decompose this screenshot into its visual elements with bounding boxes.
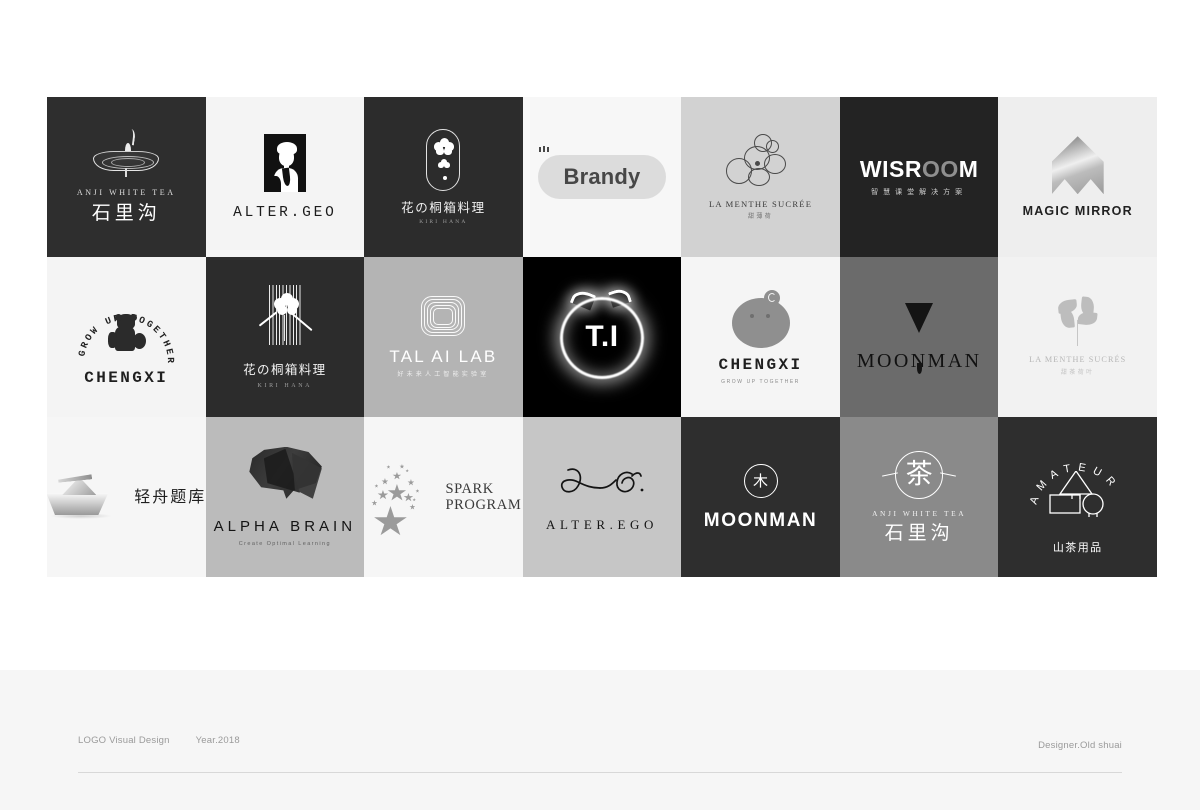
robot-eyes-icon	[540, 165, 550, 168]
logo-chinese-name: 山茶用品	[1052, 541, 1103, 554]
wordmark-line-2: PROGRAM	[445, 497, 522, 513]
logo-chinese-name: 花の桐箱料理	[401, 200, 486, 215]
logo-subtitle: KIRI HANA	[419, 218, 468, 225]
wordmark-part-1: WISR	[859, 156, 922, 182]
script-monogram-icon	[560, 467, 644, 493]
gradient-crown-icon	[1051, 136, 1104, 195]
logo-cell-hana-kiri-dark[interactable]: 花の桐箱料理 KIRI HANA	[364, 97, 523, 257]
star-burst-icon	[365, 460, 435, 536]
logo-chinese-name: 智慧课堂解决方案	[871, 188, 968, 196]
logo-wordmark: ALTER.GEO	[233, 204, 337, 221]
logo-cell-chengxi-solid[interactable]: CHENGXI GROW UP TOGETHER	[681, 257, 840, 417]
footer-designer-label: Designer.Old shuai	[1038, 740, 1122, 751]
brandy-pill: Brandy	[537, 145, 666, 199]
logo-subtitle: Create Optimal Learning	[238, 540, 331, 547]
logo-chinese-name: 好未来人工智能实验室	[397, 371, 490, 378]
logo-grid: ANJI WHITE TEA 石里沟 ALTER.GEO 花の桐箱料理 KIRI…	[47, 97, 1157, 577]
inverted-triangle-icon	[905, 303, 934, 374]
logo-wordmark: MOONMAN	[703, 510, 818, 531]
geometric-shapes-icon	[1048, 469, 1110, 517]
circle-badge-icon: 木	[743, 464, 778, 498]
logo-cell-wisroom[interactable]: WISROOM 智慧课堂解决方案	[839, 97, 999, 257]
polygon-brain-icon	[248, 446, 322, 509]
logo-wordmark: ANJI WHITE TEA	[872, 508, 967, 518]
logo-cell-kiri-hana-bars[interactable]: 花の桐箱料理 KIRI HANA	[205, 257, 365, 417]
line-rabbit-icon	[724, 133, 798, 190]
logo-cell-t-i[interactable]: T.I	[522, 257, 682, 417]
logo-wordmark: LA MENTHE SUCRÉE	[708, 198, 813, 209]
glowing-cat-ring-icon: T.I	[554, 286, 650, 385]
logo-wordmark: ALTER.EGO	[545, 516, 659, 532]
logo-chinese-name: 石里沟	[884, 522, 954, 545]
bear-circle-icon	[730, 289, 792, 348]
logo-wordmark: CHENGXI	[718, 355, 803, 374]
logo-cell-alpha-brain[interactable]: ALPHA BRAIN Create Optimal Learning	[205, 417, 365, 577]
logo-cell-moonman-triangle[interactable]: MOONMAN	[839, 257, 999, 417]
logo-chinese-name: 轻舟题库	[134, 487, 206, 506]
logo-cell-anji-white-tea-dark[interactable]: ANJI WHITE TEA 石里沟	[47, 97, 206, 257]
mint-leaf-icon	[1056, 296, 1100, 346]
logo-cell-anji-white-tea-gray[interactable]: 茶 ANJI WHITE TEA 石里沟	[839, 417, 999, 577]
footer-year-label: Year.2018	[195, 735, 240, 746]
logo-cell-la-menthe-sucree-leaf[interactable]: LA MENTHE SUCRÉS 甜茶荷叶	[998, 257, 1157, 417]
logo-cell-brandy[interactable]: Brandy	[522, 97, 682, 257]
tea-glyph: 茶	[905, 459, 933, 491]
logo-wordmark: Brandy	[563, 164, 641, 189]
logo-chinese-name: 花の桐箱料理	[243, 362, 327, 378]
logo-chinese-name: 甜薄荷	[747, 213, 774, 221]
logo-wordmark: ANJI WHITE TEA	[76, 188, 176, 197]
tea-circle-icon: 茶	[882, 450, 957, 499]
logo-cell-moonman-badge[interactable]: 木 MOONMAN	[681, 417, 840, 577]
footer: LOGO Visual Design Year.2018 Designer.Ol…	[78, 735, 1122, 775]
logo-cell-amateur[interactable]: AMATEUR 山茶用品	[998, 417, 1157, 577]
logo-wordmark: ALPHA BRAIN	[213, 517, 357, 535]
logo-subtitle: KIRI HANA	[257, 382, 313, 389]
logo-cell-magic-mirror[interactable]: MAGIC MIRROR	[998, 97, 1157, 257]
logo-wordmark: TAL AI LAB	[389, 347, 498, 366]
logo-chinese-name: 石里沟	[91, 202, 161, 224]
logo-wordmark: LA MENTHE SUCRÉS	[1029, 354, 1127, 364]
nested-triangle-icon	[421, 296, 466, 336]
logo-cell-la-menthe-sucree-rabbit[interactable]: LA MENTHE SUCRÉE 甜薄荷	[681, 97, 840, 257]
logo-subtitle: GROW UP TOGETHER	[721, 378, 801, 385]
footer-divider	[78, 772, 1122, 773]
logo-cell-alter-ego[interactable]: ALTER.EGO	[522, 417, 682, 577]
paper-boat-icon	[47, 473, 116, 521]
blossom-capsule-icon	[426, 129, 461, 191]
tea-bowl-icon	[93, 128, 160, 177]
logo-wordmark: WISROOM	[860, 158, 979, 181]
footer-project-label: LOGO Visual Design	[78, 735, 170, 746]
wordmark-part-2: OO	[921, 156, 959, 182]
bear-badge-icon	[106, 314, 147, 354]
wordmark-line-1: SPARK	[445, 480, 494, 497]
logo-wordmark: MAGIC MIRROR	[1022, 204, 1133, 219]
logo-cell-chengxi-badge[interactable]: GROW UP TOGETHER CHENGXI	[47, 257, 206, 417]
logo-wordmark: T.I	[585, 320, 619, 353]
logo-cell-alter-geo[interactable]: ALTER.GEO	[205, 97, 365, 257]
wordmark-part-3: M	[958, 156, 979, 182]
portfolio-page: ANJI WHITE TEA 石里沟 ALTER.GEO 花の桐箱料理 KIRI…	[0, 0, 1200, 810]
badge-glyph: 木	[753, 471, 769, 490]
portrait-frame-icon	[263, 133, 306, 192]
logo-cell-tal-ai-lab[interactable]: TAL AI LAB 好未来人工智能实验室	[364, 257, 523, 417]
logo-wordmark: SPARK PROGRAM	[445, 481, 521, 513]
logo-cell-spark-program[interactable]: SPARK PROGRAM	[364, 417, 523, 577]
flower-bars-icon	[249, 285, 321, 355]
crown-robot-icon	[538, 145, 550, 152]
logo-cell-qingzhou-tiku[interactable]: 轻舟题库	[47, 417, 206, 577]
logo-chinese-name: 甜茶荷叶	[1060, 369, 1095, 377]
